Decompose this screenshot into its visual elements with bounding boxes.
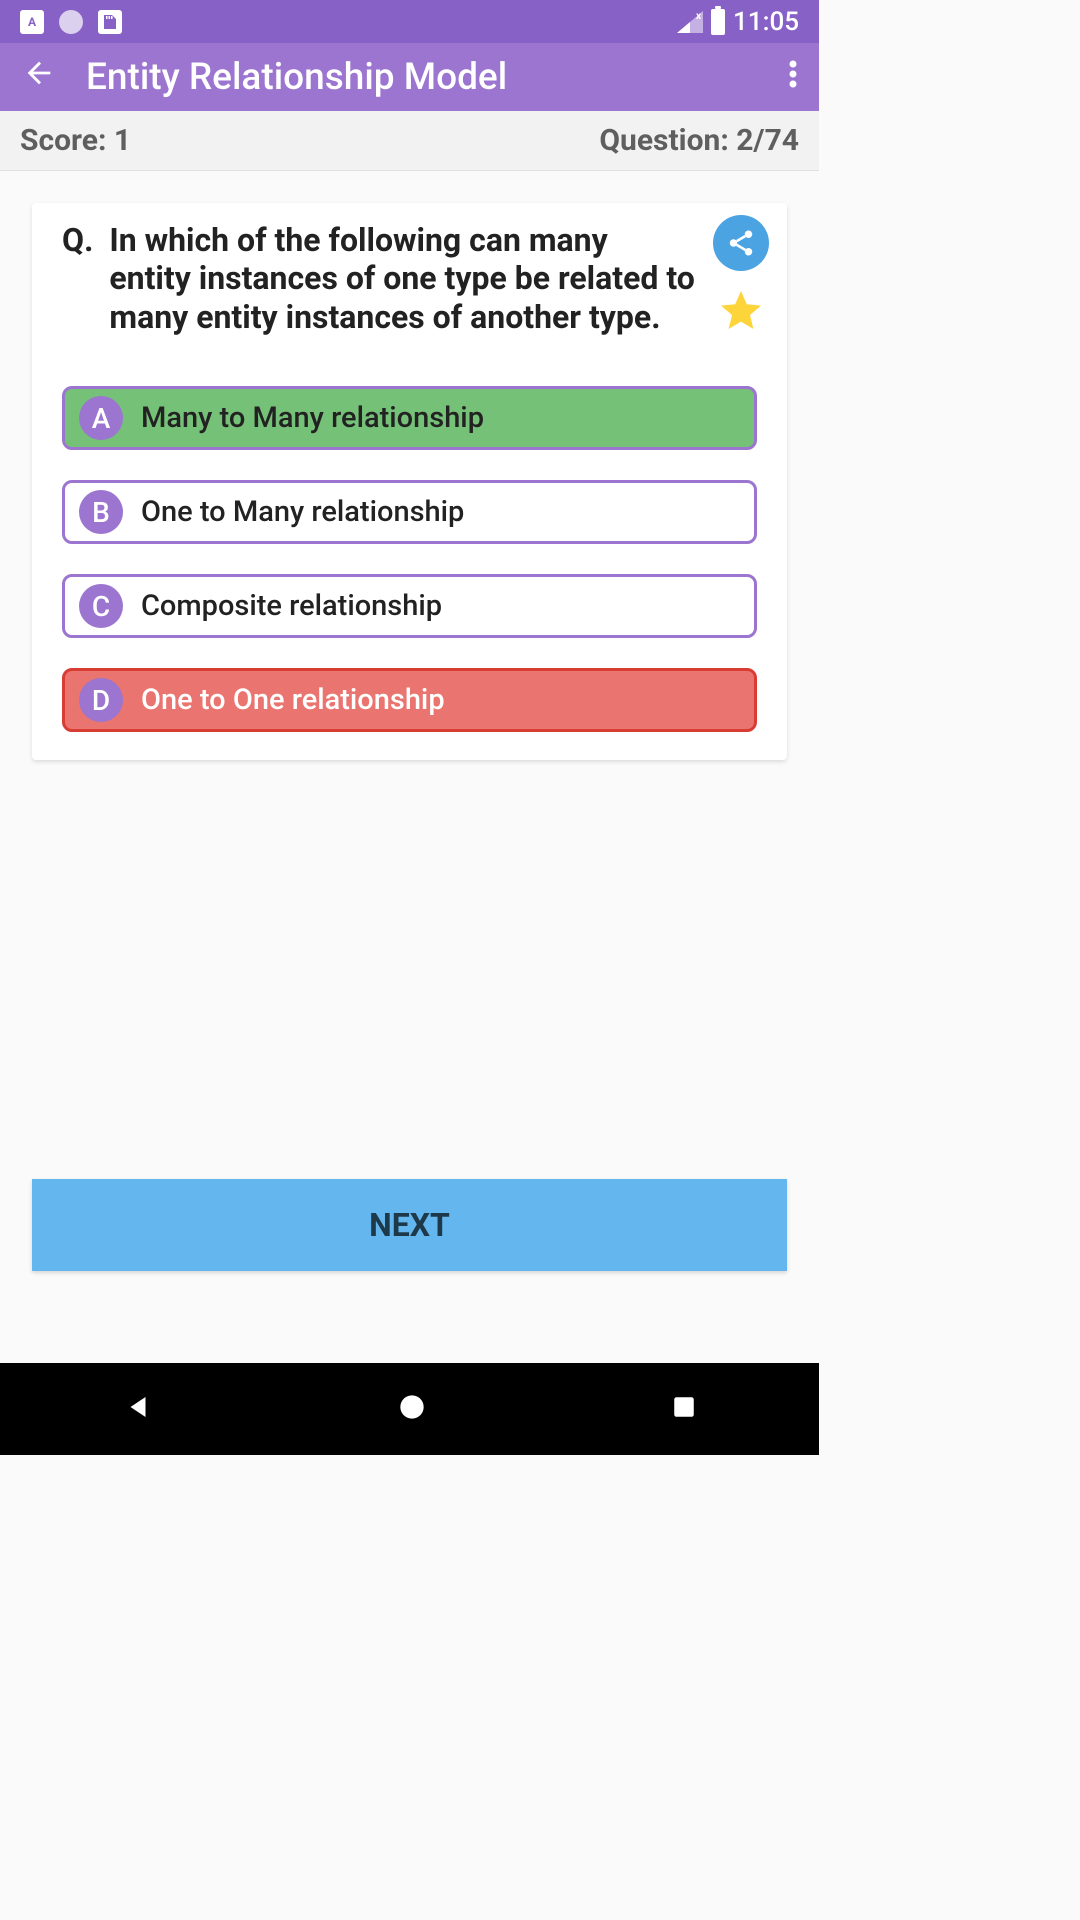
share-button[interactable] (713, 215, 769, 271)
answer-letter: A (79, 396, 123, 440)
info-row: Score: 1 Question: 2/74 (0, 111, 819, 171)
next-label: NEXT (369, 1206, 450, 1244)
back-arrow-icon[interactable] (22, 56, 56, 99)
answer-option-d[interactable]: D One to One relationship (62, 668, 757, 732)
page-title: Entity Relationship Model (86, 56, 507, 99)
signal-icon: x (677, 11, 703, 33)
answer-text: One to One relationship (141, 683, 445, 717)
answer-option-a[interactable]: A Many to Many relationship (62, 386, 757, 450)
answer-text: One to Many relationship (141, 495, 464, 529)
question-row: Q. In which of the following can many en… (62, 221, 757, 336)
nav-recent-icon[interactable] (671, 1394, 697, 1424)
nav-back-icon[interactable] (123, 1392, 153, 1426)
status-left: A (20, 10, 122, 34)
answer-option-b[interactable]: B One to Many relationship (62, 480, 757, 544)
keyboard-icon: A (20, 10, 44, 34)
nav-bar (0, 1363, 819, 1455)
answer-text: Many to Many relationship (141, 401, 484, 435)
answer-letter: D (79, 678, 123, 722)
content-area: Q. In which of the following can many en… (0, 171, 819, 1363)
answers-list: A Many to Many relationship B One to Man… (62, 386, 757, 732)
app-bar: Entity Relationship Model (0, 43, 819, 111)
answer-letter: B (79, 490, 123, 534)
answer-text: Composite relationship (141, 589, 442, 623)
question-text: In which of the following can many entit… (109, 221, 757, 336)
question-prefix: Q. (62, 221, 93, 336)
status-time: 11:05 (733, 7, 799, 37)
score-label: Score: 1 (20, 123, 131, 158)
nav-home-icon[interactable] (398, 1393, 426, 1425)
status-bar: A x 11:05 (0, 0, 819, 43)
sdcard-icon (98, 10, 122, 34)
question-counter: Question: 2/74 (599, 123, 799, 158)
status-right: x 11:05 (677, 7, 799, 37)
next-button[interactable]: NEXT (32, 1179, 787, 1271)
battery-icon (711, 9, 725, 35)
answer-letter: C (79, 584, 123, 628)
overflow-menu-icon[interactable] (789, 60, 797, 95)
answer-option-c[interactable]: C Composite relationship (62, 574, 757, 638)
favorite-star-icon[interactable] (717, 287, 765, 335)
card-actions (713, 215, 769, 335)
app-notification-icon (59, 10, 83, 34)
question-card: Q. In which of the following can many en… (32, 203, 787, 760)
